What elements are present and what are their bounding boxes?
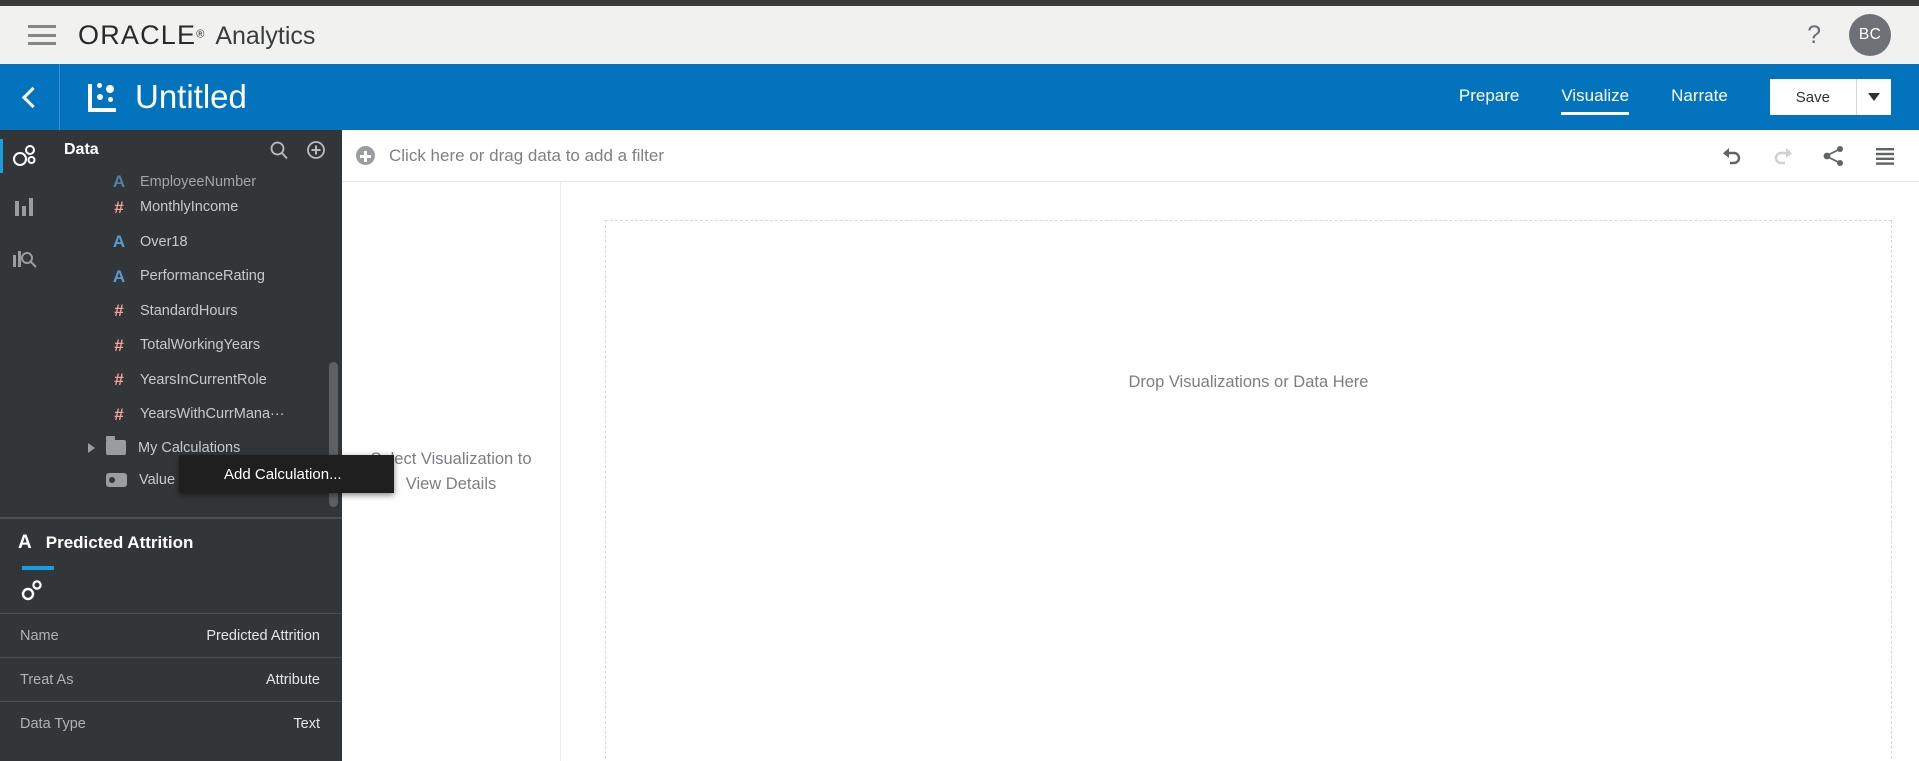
folder-label: My Calculations: [138, 439, 241, 456]
context-menu: Add Calculation...: [179, 455, 394, 493]
visualization-dropzone[interactable]: Drop Visualizations or Data Here: [605, 220, 1892, 761]
rail-item-analytics[interactable]: [0, 234, 50, 286]
data-panel-title: Data: [64, 141, 99, 158]
filter-bar: Click here or drag data to add a filter: [342, 130, 1919, 182]
tag-icon: [106, 472, 127, 487]
add-circle-icon[interactable]: [356, 146, 375, 165]
canvas-toolbar: [1720, 145, 1897, 167]
attribute-icon: A: [18, 531, 32, 553]
oracle-analytics-app: ORACLE® Analytics ? BC Untitled Prepare V…: [0, 0, 1919, 761]
chevron-left-icon: [21, 86, 44, 108]
hamburger-icon[interactable]: [28, 25, 56, 45]
attribute-icon: A: [112, 266, 126, 286]
brand-logo: ORACLE® Analytics: [78, 20, 315, 51]
inspector-tabs: [0, 566, 342, 613]
project-identity: Untitled: [60, 78, 247, 116]
field-label: MonthlyIncome: [140, 199, 239, 216]
tab-narrate[interactable]: Narrate: [1671, 80, 1728, 115]
data-field-list: A EmployeeNumber # MonthlyIncome A Over1…: [50, 170, 342, 496]
tab-prepare[interactable]: Prepare: [1459, 80, 1519, 115]
list-item[interactable]: A PerformanceRating: [56, 259, 342, 294]
menu-item-add-calculation[interactable]: Add Calculation...: [179, 455, 394, 493]
details-placeholder: Select Visualization to View Details: [370, 447, 531, 497]
list-item[interactable]: # YearsWithCurrMana···: [56, 397, 342, 432]
rail-item-data[interactable]: [0, 130, 50, 182]
folder-icon: [106, 436, 126, 455]
inspector-row-name: Name Predicted Attrition: [0, 613, 342, 657]
property-key: Data Type: [20, 715, 86, 732]
attribute-icon: A: [112, 232, 126, 252]
measure-icon: #: [114, 301, 124, 321]
field-label: YearsWithCurrMana···: [140, 406, 285, 423]
filter-hint-text[interactable]: Click here or drag data to add a filter: [389, 146, 664, 166]
rail-item-visualizations[interactable]: [0, 182, 50, 234]
field-label: TotalWorkingYears: [140, 337, 261, 354]
details-placeholder-line1: Select Visualization to: [370, 449, 532, 468]
measure-icon: #: [114, 197, 124, 217]
inspector-title: Predicted Attrition: [45, 532, 194, 552]
brand-name: ORACLE: [78, 19, 197, 50]
active-tab-indicator: [22, 566, 54, 570]
inspector-row-treat-as: Treat As Attribute: [0, 657, 342, 701]
property-value[interactable]: Attribute: [266, 672, 320, 688]
property-key: Treat As: [20, 671, 74, 688]
redo-icon[interactable]: [1771, 145, 1795, 167]
data-elements-icon: [13, 145, 36, 166]
caret-down-icon: [1868, 93, 1880, 101]
save-button-group: Save: [1769, 79, 1891, 115]
data-panel-header: Data: [50, 130, 342, 170]
back-button[interactable]: [0, 64, 60, 130]
triangle-right-icon: [88, 442, 95, 453]
page-title: Untitled: [135, 78, 247, 115]
gears-icon[interactable]: [20, 578, 46, 602]
measure-icon: #: [114, 370, 124, 390]
save-dropdown-button[interactable]: [1857, 79, 1891, 115]
list-item[interactable]: A Over18: [56, 225, 342, 260]
measure-icon: #: [114, 404, 124, 424]
search-icon[interactable]: [269, 140, 289, 160]
global-header-actions: ? BC: [1807, 14, 1891, 56]
canvas-wrapper: Select Visualization to View Details Dro…: [342, 182, 1919, 761]
project-toolbar: Untitled Prepare Visualize Narrate Save: [0, 64, 1919, 130]
list-item[interactable]: # StandardHours: [56, 294, 342, 329]
property-value[interactable]: Predicted Attrition: [206, 628, 320, 644]
field-label: EmployeeNumber: [140, 174, 257, 190]
dropzone-text: Drop Visualizations or Data Here: [1128, 373, 1369, 391]
attribute-icon: A: [112, 172, 126, 191]
undo-icon[interactable]: [1720, 145, 1744, 167]
field-label: YearsInCurrentRole: [140, 371, 267, 388]
project-actions: Prepare Visualize Narrate Save: [1459, 79, 1891, 115]
data-panel-header-actions: [269, 140, 326, 160]
avatar[interactable]: BC: [1849, 14, 1891, 56]
chart-search-icon: [13, 251, 37, 268]
menu-icon[interactable]: [1873, 145, 1897, 167]
field-label: StandardHours: [140, 302, 238, 319]
property-value[interactable]: Text: [293, 716, 320, 732]
field-label: PerformanceRating: [140, 268, 265, 285]
list-item[interactable]: # TotalWorkingYears: [56, 328, 342, 363]
add-circle-icon[interactable]: [306, 140, 326, 160]
registered-mark: ®: [196, 28, 205, 41]
global-header: ORACLE® Analytics ? BC: [0, 6, 1919, 64]
inspector-row-data-type: Data Type Text: [0, 701, 342, 745]
main-content-area: Click here or drag data to add a filter: [342, 130, 1919, 761]
product-name: Analytics: [215, 21, 316, 50]
visualization-icon: [88, 82, 120, 112]
field-label: Over18: [140, 233, 188, 250]
property-inspector: A Predicted Attrition Name Predicted Att…: [0, 517, 342, 761]
list-item[interactable]: A EmployeeNumber: [56, 170, 342, 190]
list-item[interactable]: # YearsInCurrentRole: [56, 363, 342, 398]
list-item[interactable]: # MonthlyIncome: [56, 190, 342, 225]
help-icon[interactable]: ?: [1807, 22, 1821, 48]
save-button[interactable]: Save: [1769, 79, 1857, 115]
bar-chart-icon: [15, 198, 33, 216]
property-key: Name: [20, 627, 59, 644]
tab-visualize[interactable]: Visualize: [1561, 80, 1630, 115]
measure-icon: #: [114, 335, 124, 355]
inspector-header: A Predicted Attrition: [0, 519, 342, 566]
details-placeholder-line2: View Details: [405, 474, 497, 493]
share-icon[interactable]: [1822, 145, 1846, 167]
